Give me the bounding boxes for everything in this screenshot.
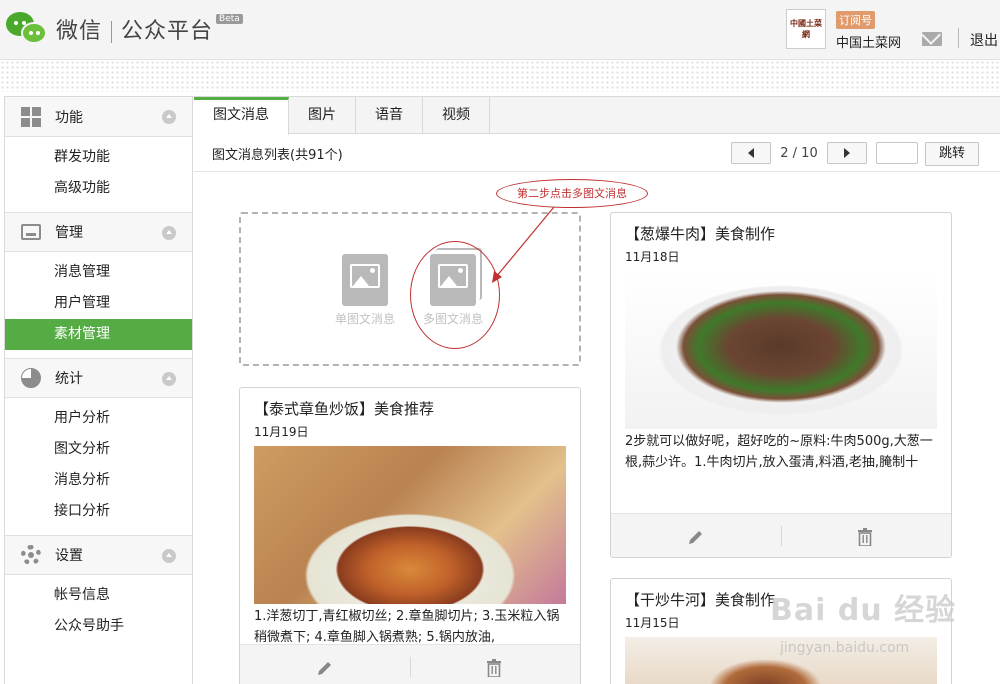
logo-text: 微信: [56, 19, 103, 44]
sidebar-item-message-analysis[interactable]: 消息分析: [5, 465, 192, 496]
card-cover-image: [625, 271, 937, 429]
card-title[interactable]: 【泰式章鱼炒饭】美食推荐: [240, 388, 580, 419]
gear-icon: [21, 545, 41, 565]
sidebar-item-message-manage[interactable]: 消息管理: [5, 257, 192, 288]
card-date: 11月19日: [254, 425, 309, 439]
baidu-watermark: Bai du 经验: [770, 593, 957, 628]
collapse-icon[interactable]: [162, 549, 176, 563]
single-news-label: 单图文消息: [334, 312, 395, 326]
section-title: 管理: [55, 225, 83, 241]
collapse-icon[interactable]: [162, 110, 176, 124]
top-header: 微信 公众平台 Beta 中國土菜網 订阅号 中国土菜网 退出: [0, 0, 1000, 60]
annotation-label: 第二步点击多图文消息: [496, 179, 648, 208]
section-title: 功能: [55, 109, 83, 126]
sidebar-item-assistant[interactable]: 公众号助手: [5, 611, 192, 642]
account-info[interactable]: 中國土菜網 订阅号 中国土菜网: [786, 9, 901, 51]
sidebar: 功能 群发功能 高级功能 管理 消息管理 用户管理 素材管理 统计 用户分析 图…: [4, 96, 193, 684]
annotation-circle: [410, 241, 500, 349]
baidu-watermark-url: jingyan.baidu.com: [780, 640, 910, 656]
card-actions: [240, 644, 580, 684]
sidebar-item-article-analysis[interactable]: 图文分析: [5, 434, 192, 465]
card-cover-image: [254, 446, 566, 604]
card-date: 11月18日: [625, 250, 680, 264]
sidebar-item-api-analysis[interactable]: 接口分析: [5, 496, 192, 527]
grid-icon: [21, 106, 41, 127]
sidebar-item-advanced[interactable]: 高级功能: [5, 173, 192, 204]
sidebar-item-mass-send[interactable]: 群发功能: [5, 142, 192, 173]
beta-badge: Beta: [216, 14, 243, 24]
sidebar-section-settings[interactable]: 设置: [5, 535, 192, 575]
next-page-button[interactable]: [827, 142, 867, 164]
sidebar-item-material-manage[interactable]: 素材管理: [5, 319, 192, 350]
dotted-background-band: [0, 60, 1000, 92]
sidebar-item-user-analysis[interactable]: 用户分析: [5, 403, 192, 434]
collapse-icon[interactable]: [162, 226, 176, 240]
account-type-badge: 订阅号: [836, 11, 875, 29]
edit-icon[interactable]: [687, 528, 705, 546]
tab-voice[interactable]: 语音: [356, 97, 423, 134]
material-tabs: 图文消息 图片 语音 视频: [194, 97, 1000, 135]
logo-divider: [111, 21, 113, 43]
news-card[interactable]: 【葱爆牛肉】美食制作 11月18日 2步就可以做好呢，超好吃的~原料:牛肉500…: [610, 212, 952, 558]
news-card[interactable]: 【泰式章鱼炒饭】美食推荐 11月19日 1.洋葱切丁,青红椒切丝; 2.章鱼脚切…: [239, 387, 581, 684]
logout-link[interactable]: 退出: [970, 30, 998, 50]
sidebar-item-account-info[interactable]: 帐号信息: [5, 580, 192, 611]
pie-chart-icon: [21, 368, 41, 388]
trash-icon[interactable]: [857, 528, 873, 546]
card-title[interactable]: 【葱爆牛肉】美食制作: [611, 213, 951, 244]
card-description: 1.洋葱切丁,青红椒切丝; 2.章鱼脚切片; 3.玉米粒入锅稍微煮下; 4.章鱼…: [254, 609, 560, 645]
trash-icon[interactable]: [486, 659, 502, 677]
account-avatar[interactable]: 中國土菜網: [786, 9, 826, 49]
card-description: 2步就可以做好呢，超好吃的~原料:牛肉500g,大葱一根,蒜少许。1.牛肉切片,…: [625, 434, 933, 470]
list-title: 图文消息列表(共91个): [212, 148, 343, 163]
create-single-news-button[interactable]: 单图文消息: [325, 254, 405, 327]
edit-icon[interactable]: [316, 659, 334, 677]
image-icon: [342, 254, 388, 306]
collapse-icon[interactable]: [162, 372, 176, 386]
account-name[interactable]: 中国土菜网: [836, 32, 901, 51]
list-toolbar: 图文消息列表(共91个) 2 / 10 跳转: [194, 134, 1000, 172]
tab-news[interactable]: 图文消息: [194, 97, 289, 135]
sidebar-section-stats[interactable]: 统计: [5, 358, 192, 398]
page-indicator: 2 / 10: [780, 145, 818, 161]
section-title: 统计: [55, 371, 83, 387]
wechat-logo[interactable]: 微信 公众平台 Beta: [6, 10, 243, 48]
tab-video[interactable]: 视频: [423, 97, 490, 134]
wechat-logo-icon: [6, 10, 48, 48]
sidebar-section-function[interactable]: 功能: [5, 97, 192, 137]
card-actions: [611, 513, 951, 557]
sidebar-section-manage[interactable]: 管理: [5, 212, 192, 252]
tab-image[interactable]: 图片: [289, 97, 356, 134]
platform-text: 公众平台: [121, 19, 214, 44]
jump-button[interactable]: 跳转: [925, 142, 979, 166]
section-title: 设置: [55, 548, 83, 564]
page-number-input[interactable]: [876, 142, 918, 164]
pagination: 2 / 10: [731, 142, 867, 164]
sidebar-item-user-manage[interactable]: 用户管理: [5, 288, 192, 319]
prev-page-button[interactable]: [731, 142, 771, 164]
mail-icon[interactable]: [922, 32, 942, 46]
header-divider: [958, 28, 959, 48]
inbox-icon: [21, 224, 41, 240]
